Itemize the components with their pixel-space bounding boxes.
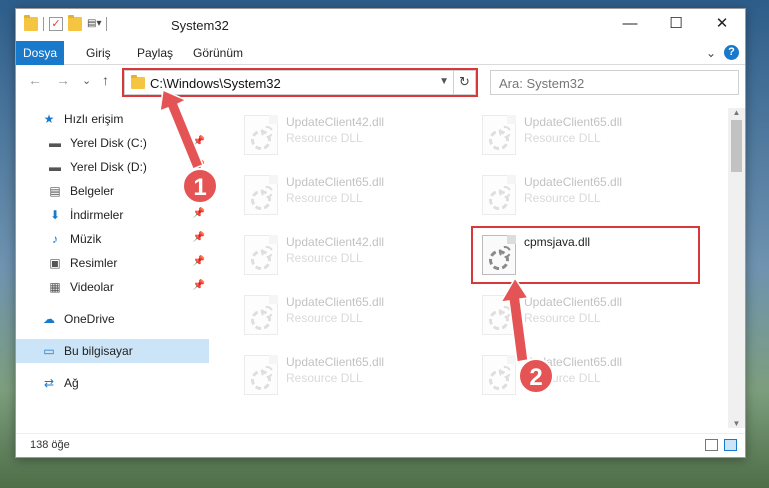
arrow-1-icon [159, 88, 204, 170]
callout-1: 1 [182, 168, 218, 204]
callout-2: 2 [518, 358, 554, 394]
arrow-2-icon [499, 276, 530, 363]
annotation-arrows [159, 88, 530, 363]
